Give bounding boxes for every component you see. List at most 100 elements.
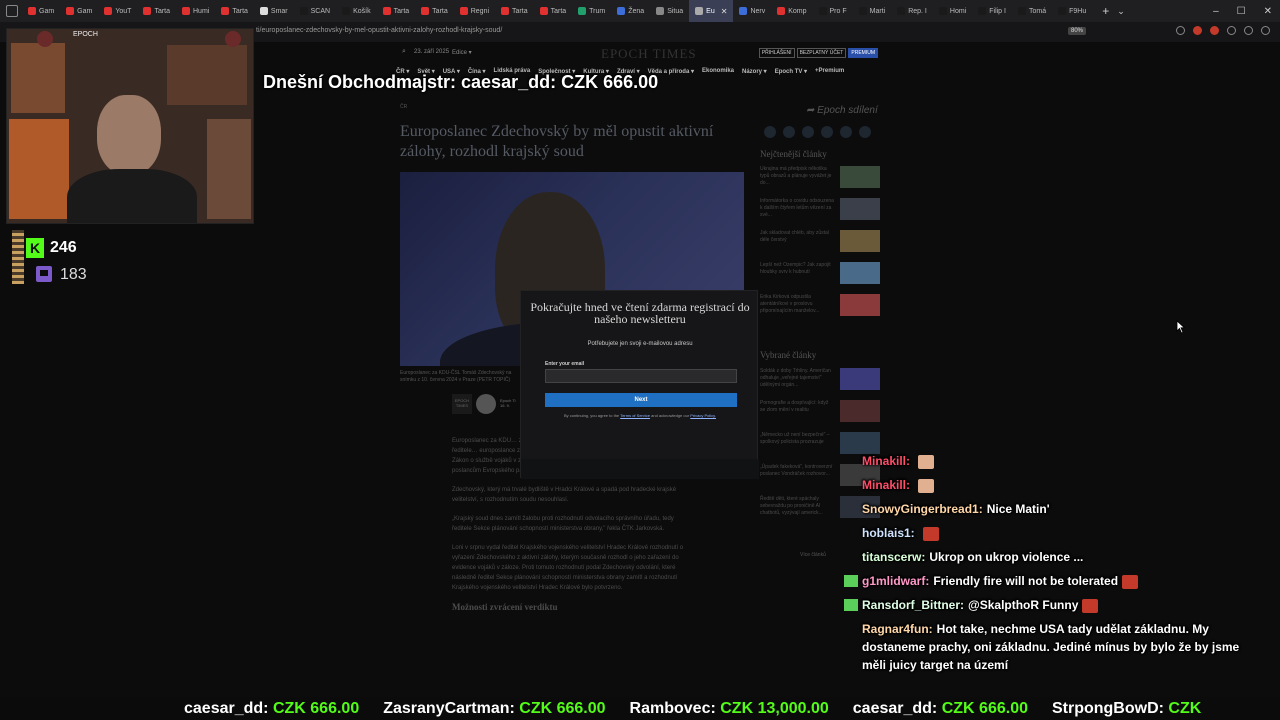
facebook-share-icon[interactable] <box>783 126 795 138</box>
nav-item[interactable]: +Premium <box>815 68 844 80</box>
tab-label: Tarta <box>154 7 170 15</box>
browser-tab[interactable]: Gam <box>60 0 98 22</box>
browser-tab[interactable]: F9Hu <box>1052 0 1092 22</box>
browser-tab[interactable]: Smar <box>254 0 294 22</box>
chat-message: hoblais1: <box>840 524 1260 542</box>
tab-label: Tarta <box>232 7 248 15</box>
email-input[interactable] <box>545 369 737 383</box>
chat-message: titanscerw: Ukrop on ukrop violence ... <box>840 548 1260 566</box>
extension-icon[interactable] <box>1210 26 1219 35</box>
sidebar-article[interactable]: Pornografie a dospívající: když se zlom … <box>760 400 880 424</box>
browser-tab[interactable]: Homi <box>933 0 972 22</box>
browser-tab[interactable]: Tarta <box>534 0 573 22</box>
browser-tab[interactable]: Situa <box>650 0 689 22</box>
extension-icon[interactable] <box>1193 26 1202 35</box>
browser-tab[interactable]: Regni <box>454 0 495 22</box>
profile-icon[interactable] <box>1244 26 1253 35</box>
free-account-button[interactable]: BEZPLATNÝ ÚČET <box>796 48 847 58</box>
tab-label: Tarta <box>432 7 448 15</box>
sidebar-article[interactable]: Ukrajina má předpisk několika typů obraz… <box>760 166 880 190</box>
link-share-icon[interactable] <box>764 126 776 138</box>
viewer-counts: K 246 183 <box>12 236 92 288</box>
zoom-level-badge[interactable]: 80% <box>1068 27 1087 35</box>
browser-tab[interactable]: Trum <box>572 0 611 22</box>
image-caption: Europoslanec za KDU-ČSL Tomáš Zdechovský… <box>400 370 512 383</box>
privacy-link[interactable]: Privacy Policy. <box>690 413 716 418</box>
chat-emote-icon <box>922 526 939 541</box>
browser-tab[interactable]: Rep. I <box>891 0 933 22</box>
browser-tab[interactable]: Žena <box>611 0 650 22</box>
chat-username: titanscerw: <box>862 550 926 564</box>
author-name[interactable]: Epoch Ti 16. 9. <box>500 398 516 408</box>
streamer-body <box>67 169 197 223</box>
chat-username: Ransdorf_Bittner: <box>862 598 965 612</box>
browser-tab[interactable]: Košík <box>336 0 377 22</box>
minimize-icon[interactable]: – <box>1213 6 1219 17</box>
new-tab-plus-icon[interactable]: + <box>1102 4 1109 18</box>
browser-tab[interactable]: Nerv <box>733 0 771 22</box>
edition-select[interactable]: Edice ▾ <box>452 49 472 56</box>
donation-amount: CZK <box>1168 700 1202 717</box>
browser-tab[interactable]: Humi <box>176 0 215 22</box>
browser-tab[interactable]: Marti <box>853 0 892 22</box>
maximize-icon[interactable]: ☐ <box>1237 6 1246 17</box>
skull-ornament-icon <box>37 31 53 47</box>
browser-tab[interactable]: YouT <box>98 0 137 22</box>
browser-tab[interactable]: Eu ✕ <box>689 0 734 22</box>
window-menu-icon[interactable] <box>6 5 18 17</box>
browser-tab[interactable]: Filip I <box>972 0 1012 22</box>
browser-tab[interactable]: Tarta <box>137 0 176 22</box>
tab-label: YouT <box>115 7 132 15</box>
url-text[interactable]: ti/europoslanec-zdechovsky-by-mel-opusti… <box>256 27 502 34</box>
terms-link[interactable]: Terms of Service <box>620 413 650 418</box>
kick-logo-icon: K <box>26 238 44 258</box>
x-share-icon[interactable] <box>802 126 814 138</box>
tab-label: Humi <box>193 7 210 15</box>
next-button[interactable]: Next <box>545 393 737 407</box>
close-window-icon[interactable]: ✕ <box>1264 6 1272 17</box>
chat-overlay: Minakill: Minakill: SnowyGingerbread1: Nice… <box>840 452 1260 680</box>
streamer-head <box>97 95 161 175</box>
browser-tab[interactable]: Tarta <box>495 0 534 22</box>
breadcrumb[interactable]: ČR <box>400 104 407 110</box>
more-articles-link[interactable]: Více článků <box>800 552 826 558</box>
sidebar-article[interactable]: Erika Kirková odpustila atentátníkovi v … <box>760 294 880 318</box>
sidebar-article[interactable]: Jak skladovat chléb, aby zůstal déle čer… <box>760 230 880 254</box>
chat-emote-icon <box>1122 574 1139 589</box>
login-button[interactable]: PŘIHLÁŠENÍ <box>758 48 795 58</box>
browser-tab[interactable]: Pro F <box>813 0 853 22</box>
nav-item[interactable]: Epoch TV ▾ <box>775 68 807 80</box>
telegram-t-share-icon[interactable] <box>840 126 852 138</box>
donor-name: StrpongBowD: <box>1051 700 1164 717</box>
browser-tab[interactable]: Tarta <box>377 0 416 22</box>
sidebar-article[interactable]: Informátorka o covidu odsouzena k dalším… <box>760 198 880 222</box>
twitch-logo-icon <box>36 266 52 282</box>
extensions-puzzle-icon[interactable] <box>1227 26 1236 35</box>
tab-close-icon[interactable]: ✕ <box>721 7 728 16</box>
chat-username: Ragnar4fun: <box>862 622 933 636</box>
wall-poster <box>167 45 247 105</box>
search-icon[interactable]: ⌕ <box>402 48 406 56</box>
browser-tab[interactable]: Komp <box>771 0 812 22</box>
tab-favicon-icon <box>382 7 391 15</box>
browser-tab[interactable]: Tomá <box>1012 0 1052 22</box>
sidebar-article-title: Soldák z doby Trhliny. Američan odhaluje… <box>760 368 831 388</box>
browser-tab[interactable]: Tarta <box>415 0 454 22</box>
sidebar-article[interactable]: Soldák z doby Trhliny. Američan odhaluje… <box>760 368 880 392</box>
premium-button[interactable]: PREMIUM <box>848 48 878 58</box>
nav-item[interactable]: Ekonomika <box>702 68 734 80</box>
linkedin-share-icon[interactable] <box>821 126 833 138</box>
more-menu-icon[interactable] <box>1261 26 1270 35</box>
tab-list-chevron-icon[interactable]: ⌄ <box>1117 6 1125 17</box>
sidebar-article[interactable]: Lepší než Ozempic? Jak zapojit hloubky s… <box>760 262 880 286</box>
nav-item[interactable]: Názory ▾ <box>742 68 767 80</box>
browser-tab[interactable]: SCAN <box>294 0 336 22</box>
browser-tab[interactable]: Tarta <box>215 0 254 22</box>
tab-favicon-icon <box>299 7 308 15</box>
account-icon[interactable] <box>1176 26 1185 35</box>
browser-tab[interactable]: Gam <box>22 0 60 22</box>
telegram-share-icon[interactable] <box>859 126 871 138</box>
article-title: Europoslanec Zdechovský by měl opustit a… <box>400 123 714 160</box>
site-logo[interactable]: EPOCH TIMES <box>601 46 697 62</box>
share-heading[interactable]: ➦ Epoch sdílení <box>806 105 878 116</box>
